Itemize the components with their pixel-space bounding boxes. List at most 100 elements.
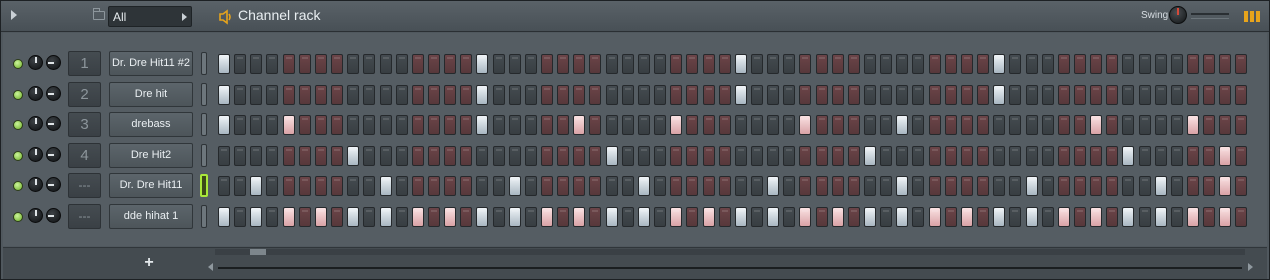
step-button[interactable] xyxy=(702,176,715,196)
channel-volume-knob[interactable] xyxy=(28,85,43,101)
step-button[interactable] xyxy=(411,115,424,135)
step-button[interactable] xyxy=(621,145,634,166)
channel-name-button[interactable]: dde hihat 1 xyxy=(109,203,193,229)
step-button[interactable] xyxy=(589,54,602,74)
step-button[interactable] xyxy=(993,115,1006,135)
step-button[interactable] xyxy=(1154,54,1167,74)
channel-filter-select[interactable]: All xyxy=(108,6,192,27)
step-button[interactable] xyxy=(896,54,909,74)
step-button[interactable] xyxy=(831,54,844,74)
step-button[interactable] xyxy=(1235,206,1248,227)
step-button[interactable] xyxy=(718,115,731,135)
channel-select-indicator[interactable] xyxy=(201,52,207,75)
step-button[interactable] xyxy=(977,115,990,135)
step-button[interactable] xyxy=(492,84,505,105)
step-button[interactable] xyxy=(750,54,763,74)
step-button[interactable] xyxy=(1235,176,1248,196)
step-button[interactable] xyxy=(427,115,440,135)
step-button[interactable] xyxy=(815,176,828,196)
step-button[interactable] xyxy=(767,84,780,105)
step-button[interactable] xyxy=(686,176,699,196)
step-button[interactable] xyxy=(1073,84,1086,105)
step-button[interactable] xyxy=(605,145,618,166)
step-button[interactable] xyxy=(928,84,941,105)
step-button[interactable] xyxy=(783,115,796,135)
step-button[interactable] xyxy=(411,54,424,74)
step-button[interactable] xyxy=(799,115,812,135)
step-button[interactable] xyxy=(960,176,973,196)
step-button[interactable] xyxy=(541,84,553,105)
step-button[interactable] xyxy=(427,145,440,166)
step-button[interactable] xyxy=(314,54,327,74)
step-button[interactable] xyxy=(1057,206,1070,227)
step-button[interactable] xyxy=(912,206,925,227)
step-button[interactable] xyxy=(218,145,230,166)
step-button[interactable] xyxy=(928,145,941,166)
step-button[interactable] xyxy=(347,145,360,166)
step-button[interactable] xyxy=(960,145,973,166)
step-button[interactable] xyxy=(557,145,570,166)
step-button[interactable] xyxy=(750,115,763,135)
step-button[interactable] xyxy=(379,206,392,227)
step-button[interactable] xyxy=(298,84,311,105)
step-button[interactable] xyxy=(831,84,844,105)
step-button[interactable] xyxy=(831,115,844,135)
step-button[interactable] xyxy=(605,206,618,227)
channel-select-indicator[interactable] xyxy=(201,113,207,136)
step-button[interactable] xyxy=(670,115,683,135)
step-button[interactable] xyxy=(282,176,295,196)
step-button[interactable] xyxy=(347,176,360,196)
step-button[interactable] xyxy=(1009,54,1022,74)
step-button[interactable] xyxy=(637,115,650,135)
step-button[interactable] xyxy=(589,84,602,105)
step-button[interactable] xyxy=(476,54,489,74)
step-button[interactable] xyxy=(1219,206,1232,227)
step-button[interactable] xyxy=(1009,176,1022,196)
step-button[interactable] xyxy=(589,115,602,135)
step-button[interactable] xyxy=(395,54,408,74)
step-button[interactable] xyxy=(654,115,667,135)
step-button[interactable] xyxy=(621,54,634,74)
step-button[interactable] xyxy=(670,54,683,74)
step-button[interactable] xyxy=(541,206,553,227)
step-button[interactable] xyxy=(783,84,796,105)
step-button[interactable] xyxy=(912,84,925,105)
step-button[interactable] xyxy=(282,115,295,135)
step-button[interactable] xyxy=(944,206,957,227)
step-button[interactable] xyxy=(767,54,780,74)
step-button[interactable] xyxy=(266,145,279,166)
step-button[interactable] xyxy=(314,115,327,135)
step-button[interactable] xyxy=(1057,115,1070,135)
step-button[interactable] xyxy=(977,145,990,166)
step-button[interactable] xyxy=(1041,54,1054,74)
step-button[interactable] xyxy=(460,115,473,135)
step-button[interactable] xyxy=(1138,206,1151,227)
step-button[interactable] xyxy=(1187,84,1199,105)
step-button[interactable] xyxy=(234,145,247,166)
step-button[interactable] xyxy=(767,206,780,227)
step-button[interactable] xyxy=(912,54,925,74)
step-button[interactable] xyxy=(605,115,618,135)
step-button[interactable] xyxy=(492,176,505,196)
step-button[interactable] xyxy=(702,206,715,227)
pattern-scroll[interactable] xyxy=(208,262,1253,272)
step-button[interactable] xyxy=(864,176,876,196)
step-button[interactable] xyxy=(783,206,796,227)
step-button[interactable] xyxy=(670,176,683,196)
step-button[interactable] xyxy=(427,176,440,196)
step-button[interactable] xyxy=(234,206,247,227)
step-button[interactable] xyxy=(1154,84,1167,105)
step-button[interactable] xyxy=(783,54,796,74)
step-button[interactable] xyxy=(508,84,521,105)
step-button[interactable] xyxy=(541,54,553,74)
step-button[interactable] xyxy=(815,115,828,135)
add-channel-button[interactable]: + xyxy=(141,255,157,271)
step-button[interactable] xyxy=(718,54,731,74)
step-button[interactable] xyxy=(508,176,521,196)
step-button[interactable] xyxy=(750,145,763,166)
step-button[interactable] xyxy=(492,206,505,227)
step-button[interactable] xyxy=(1187,206,1199,227)
step-button[interactable] xyxy=(815,206,828,227)
step-button[interactable] xyxy=(621,176,634,196)
step-button[interactable] xyxy=(815,84,828,105)
